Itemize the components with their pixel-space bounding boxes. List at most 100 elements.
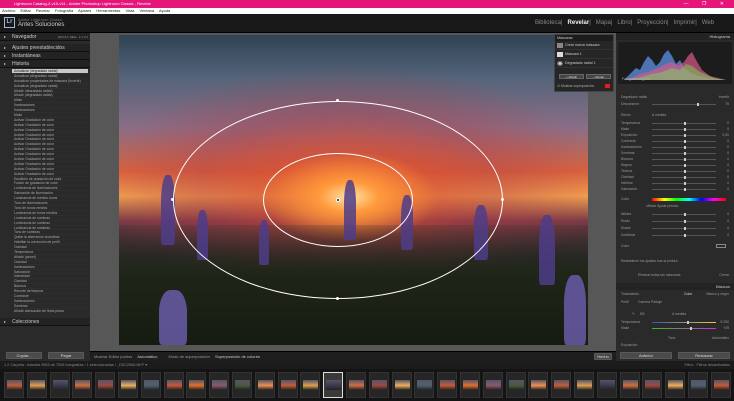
photo-canvas[interactable] [119, 35, 588, 345]
filmstrip-thumbnail[interactable] [232, 372, 252, 398]
slider-knob[interactable] [684, 134, 686, 137]
module-imprimir[interactable]: Imprimir [674, 20, 696, 26]
delete-all-masks-button[interactable]: Eliminar todas las máscaras [638, 273, 680, 278]
slider-knob[interactable] [684, 122, 686, 125]
adjust-slider[interactable] [652, 188, 716, 191]
filmstrip-thumbnail[interactable] [665, 372, 686, 398]
filmstrip-thumbnail[interactable] [49, 372, 70, 398]
color-swatch[interactable] [716, 244, 726, 248]
slider-knob[interactable] [684, 152, 686, 155]
slider-value[interactable]: 0 [727, 187, 729, 192]
treatment-bw-option[interactable]: Blanco y negro [706, 292, 729, 297]
radial-gradient-row[interactable]: Degradado radial 1 [555, 59, 613, 68]
filmstrip-thumbnail[interactable] [4, 372, 24, 398]
filmstrip-thumbnail[interactable] [26, 372, 47, 398]
history-item[interactable]: Añadir atenuación de línea plana [12, 309, 88, 313]
temp-slider[interactable] [652, 321, 716, 324]
filmstrip-thumbnail[interactable] [72, 372, 93, 398]
module-mapa[interactable]: Mapa [596, 20, 611, 26]
filmstrip-thumbnail[interactable] [140, 372, 161, 398]
previous-button[interactable]: Anterior [620, 352, 672, 359]
slider-value[interactable]: 0 [727, 233, 729, 238]
eyedropper-icon[interactable]: ✎ [632, 312, 635, 317]
ellipse-handle-right[interactable] [501, 198, 504, 201]
create-mask-row[interactable]: Crear nueva máscara [555, 41, 613, 50]
snapshots-header[interactable]: Instantáneas [0, 52, 90, 60]
filmstrip-thumbnail[interactable] [642, 372, 663, 398]
filmstrip-thumbnail[interactable] [574, 372, 594, 398]
slider-knob[interactable] [684, 227, 686, 230]
slider-knob[interactable] [684, 213, 686, 216]
filmstrip-thumbnail[interactable] [460, 372, 480, 398]
filter-select[interactable]: Filtros desactivados [696, 361, 730, 369]
mask-pin[interactable] [336, 198, 340, 202]
filmstrip-thumbnail[interactable] [596, 372, 617, 398]
filmstrip-thumbnail[interactable] [186, 372, 207, 398]
module-libro[interactable]: Libro [617, 20, 630, 26]
slider-knob[interactable] [684, 176, 686, 179]
feather-knob[interactable] [696, 103, 699, 106]
menu-revelar[interactable]: Revelar [36, 8, 50, 13]
window-controls[interactable]: — ❐ ✕ [684, 0, 730, 8]
adjust-slider[interactable] [652, 152, 716, 155]
adjust-slider[interactable] [652, 128, 716, 131]
slider-knob[interactable] [684, 170, 686, 173]
navigator-zoom-options[interactable]: ENCAJ. RELL. 1:1 3:1 [58, 33, 88, 41]
effect-select[interactable]: A medida [652, 113, 666, 118]
filmstrip-thumbnail[interactable] [300, 372, 321, 398]
filmstrip-thumbnail[interactable] [619, 372, 640, 398]
tone-auto-button[interactable]: Automático [712, 336, 729, 341]
slider-value[interactable]: 0 [727, 175, 729, 180]
menu-archivo[interactable]: Archivo [2, 8, 15, 13]
filmstrip-thumbnail[interactable] [323, 372, 344, 398]
detail-slider[interactable] [652, 234, 716, 237]
slider-value[interactable]: 0 [727, 169, 729, 174]
slider-value[interactable]: 0 [727, 145, 729, 150]
slider-knob[interactable] [684, 188, 686, 191]
tint-slider[interactable] [652, 327, 716, 330]
feather-value[interactable]: 75 [725, 102, 729, 107]
detail-slider[interactable] [652, 213, 716, 216]
ellipse-handle-top[interactable] [336, 99, 339, 102]
slider-knob[interactable] [684, 158, 686, 161]
adjust-slider[interactable] [652, 134, 716, 137]
temp-knob[interactable] [687, 321, 690, 324]
show-pins-select[interactable]: Automático [137, 354, 157, 359]
filmstrip-thumbnail[interactable] [710, 372, 731, 398]
slider-value[interactable]: 0 [727, 139, 729, 144]
adjust-slider[interactable] [652, 140, 716, 143]
filmstrip-thumbnail[interactable] [551, 372, 572, 398]
filmstrip-thumbnail[interactable] [482, 372, 503, 398]
slider-knob[interactable] [684, 140, 686, 143]
filmstrip-thumbnail[interactable] [414, 372, 435, 398]
module-web[interactable]: Web [702, 20, 714, 26]
adjust-slider[interactable] [652, 182, 716, 185]
menu-fotografia[interactable]: Fotografía [55, 8, 73, 13]
slider-value[interactable]: 0,00 [722, 133, 729, 138]
filmstrip-thumbnail[interactable] [368, 372, 389, 398]
filmstrip-thumbnail[interactable] [688, 372, 708, 398]
module-revelar[interactable]: Revelar [568, 20, 590, 26]
collections-header[interactable]: Colecciones [0, 318, 90, 326]
slider-value[interactable]: 0 [727, 121, 729, 126]
menu-ayuda[interactable]: Ayuda [159, 8, 170, 13]
add-mask-button[interactable]: + Añadir [559, 74, 584, 79]
close-mask-button[interactable]: Cerrar [719, 273, 729, 278]
overlay-color-swatch[interactable] [605, 84, 610, 88]
slider-value[interactable]: 0 [727, 219, 729, 224]
reset-button[interactable]: Restaurar [678, 352, 730, 359]
ellipse-handle-bottom[interactable] [336, 297, 339, 300]
presets-header[interactable]: Ajustes preestablecidos [0, 44, 90, 52]
slider-knob[interactable] [684, 164, 686, 167]
copy-button[interactable]: Copiar... [6, 352, 42, 359]
menu-vista[interactable]: Vista [125, 8, 134, 13]
hue-bar[interactable] [652, 198, 726, 201]
filmstrip-thumbnail[interactable] [254, 372, 275, 398]
filmstrip-thumbnail[interactable] [118, 372, 138, 398]
menu-ajustes[interactable]: Ajustes [78, 8, 91, 13]
slider-knob[interactable] [684, 182, 686, 185]
slider-value[interactable]: 0 [727, 127, 729, 132]
menu-editar[interactable]: Editar [20, 8, 30, 13]
ellipse-handle-left[interactable] [171, 198, 174, 201]
tint-knob[interactable] [690, 327, 693, 330]
